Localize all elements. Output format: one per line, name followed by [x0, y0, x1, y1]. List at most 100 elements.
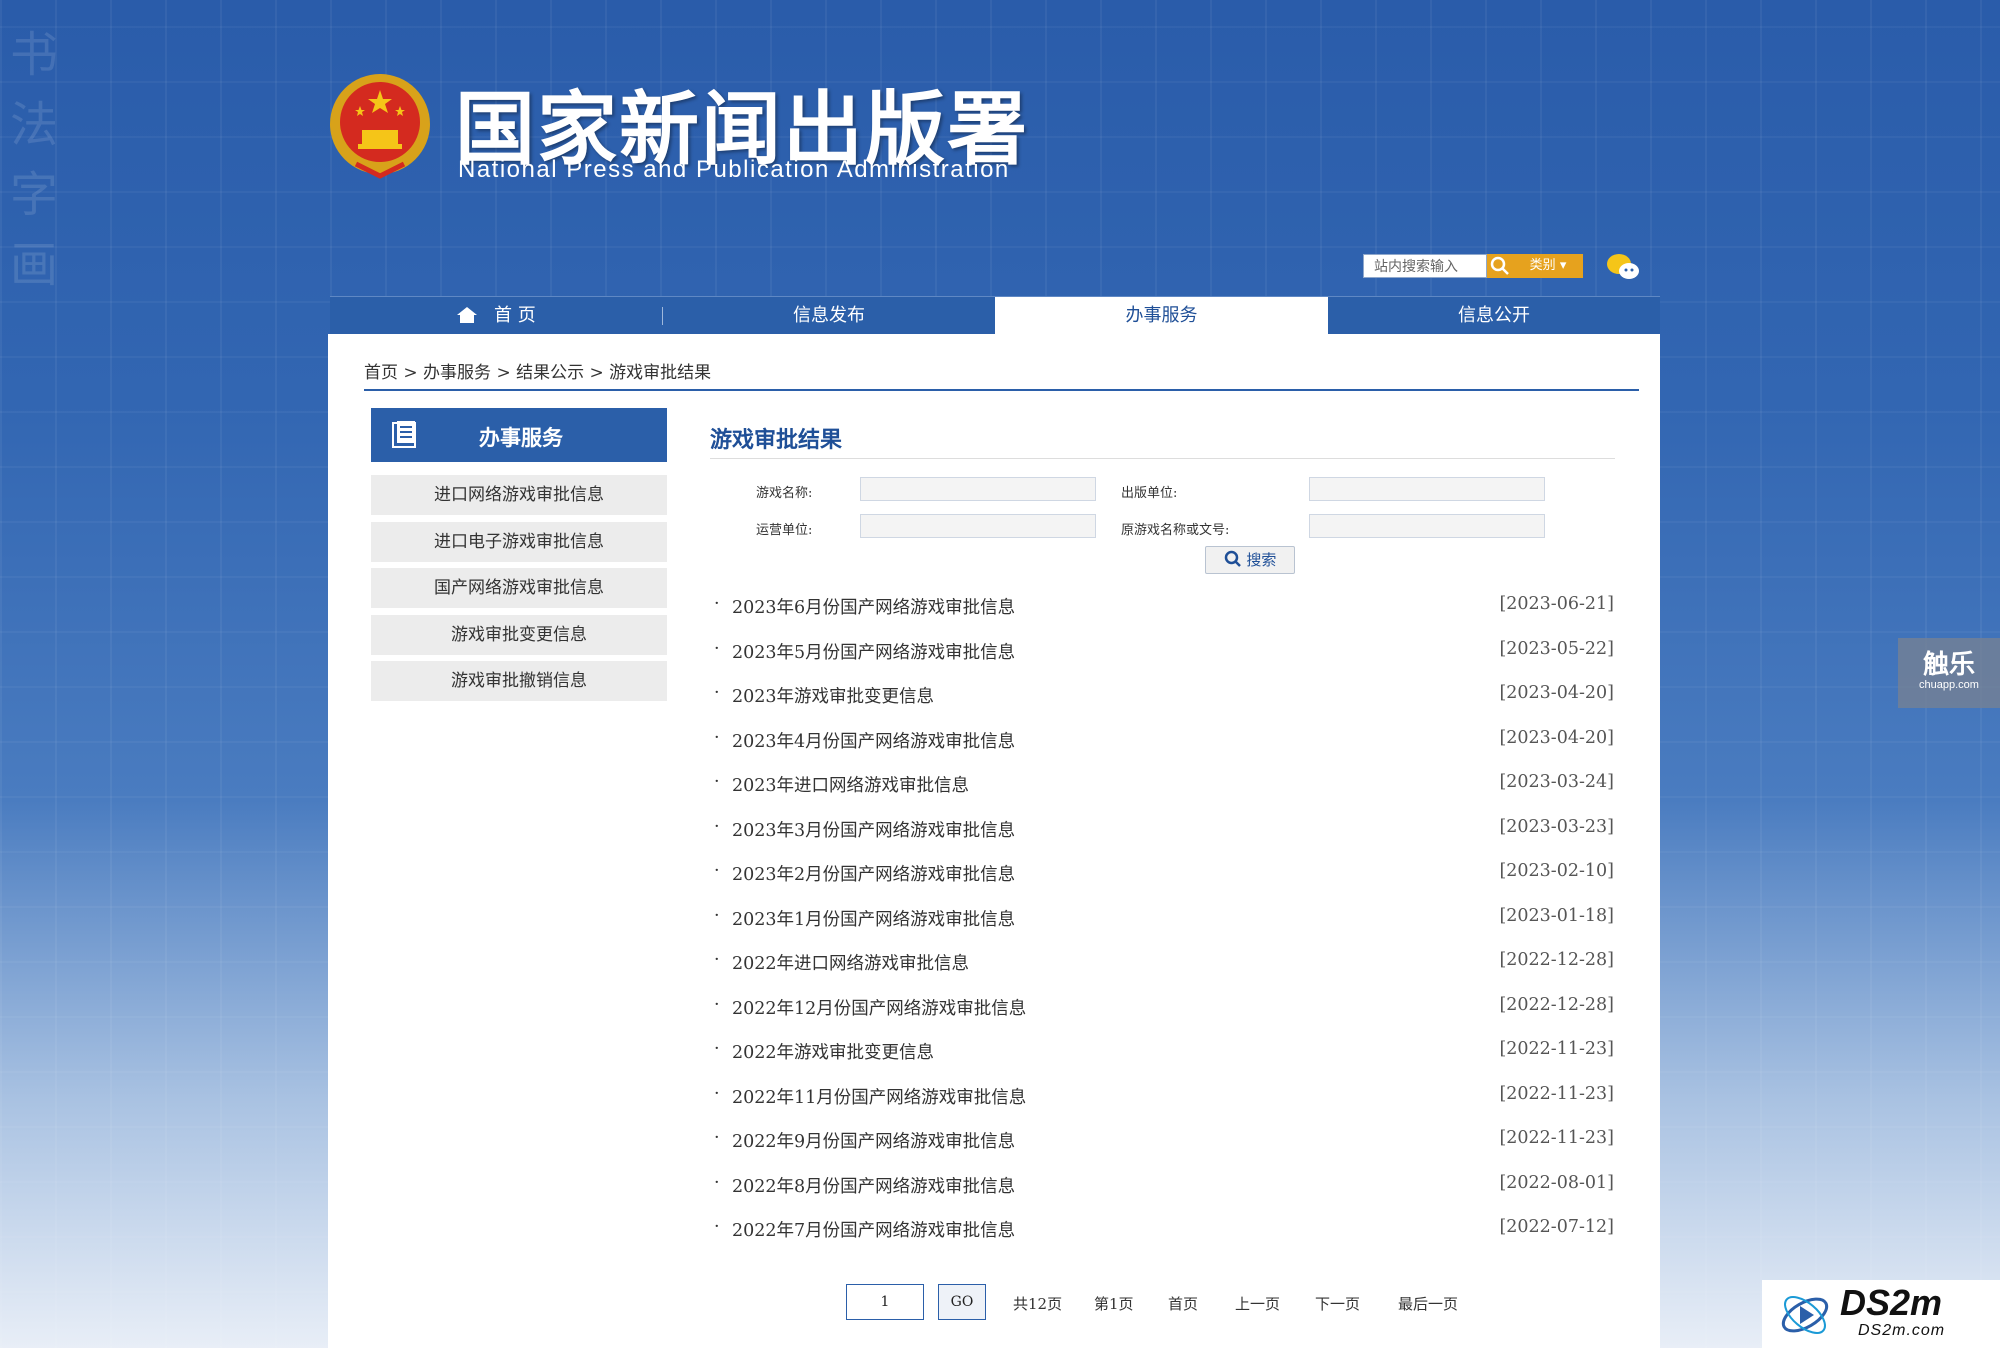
category-label: 类别	[1529, 258, 1556, 273]
prev-page-link[interactable]: 上一页	[1235, 1293, 1280, 1314]
list-item-date: [2023-05-22]	[1499, 639, 1614, 659]
list-item-date: [2023-01-18]	[1499, 906, 1614, 926]
list-item[interactable]: · 2022年7月份国产网络游戏审批信息 [2022-07-12]	[714, 1217, 1614, 1247]
first-page-link[interactable]: 首页	[1168, 1293, 1198, 1314]
list-item[interactable]: · 2023年5月份国产网络游戏审批信息 [2023-05-22]	[714, 639, 1614, 669]
nav-item-info-disclosure[interactable]: 信息公开	[1328, 297, 1660, 335]
list-item-title[interactable]: 2022年9月份国产网络游戏审批信息	[732, 1128, 1015, 1153]
list-item-title[interactable]: 2023年2月份国产网络游戏审批信息	[732, 861, 1015, 886]
bullet: ·	[714, 950, 720, 970]
bullet: ·	[714, 861, 720, 881]
page-title: 游戏审批结果	[710, 427, 843, 453]
ds2m-url: DS2m.com	[1858, 1322, 1946, 1339]
nav-item-services[interactable]: 办事服务	[995, 297, 1328, 335]
site-title-en: National Press and Publication Administr…	[458, 156, 1010, 183]
list-item-date: [2022-12-28]	[1499, 995, 1614, 1015]
nav-item-label: 首 页	[494, 305, 536, 326]
list-item-date: [2023-04-20]	[1499, 728, 1614, 748]
list-item-title[interactable]: 2022年7月份国产网络游戏审批信息	[732, 1217, 1015, 1242]
list-item-title[interactable]: 2022年8月份国产网络游戏审批信息	[732, 1173, 1015, 1198]
operator-label: 运营单位:	[756, 523, 813, 538]
list-item[interactable]: · 2022年游戏审批变更信息 [2022-11-23]	[714, 1039, 1614, 1069]
list-item-title[interactable]: 2022年游戏审批变更信息	[732, 1039, 934, 1064]
home-icon	[456, 305, 494, 326]
list-item-title[interactable]: 2023年6月份国产网络游戏审批信息	[732, 594, 1015, 619]
ds2m-watermark: DS2m DS2m.com	[1762, 1280, 2000, 1348]
list-item[interactable]: · 2023年进口网络游戏审批信息 [2023-03-24]	[714, 772, 1614, 802]
content-panel: 首页 > 办事服务 > 结果公示 > 游戏审批结果 办事服务 进口网络游戏审批信…	[328, 334, 1660, 1348]
form-search-button[interactable]: 搜索	[1205, 546, 1295, 574]
bullet: ·	[714, 594, 720, 614]
go-button[interactable]: GO	[938, 1284, 986, 1320]
list-item-date: [2023-02-10]	[1499, 861, 1614, 881]
bullet: ·	[714, 817, 720, 837]
chuapp-watermark: 触乐 chuapp.com	[1898, 638, 2000, 708]
list-item-date: [2022-07-12]	[1499, 1217, 1614, 1237]
game-name-label: 游戏名称:	[756, 486, 813, 501]
search-icon	[1490, 256, 1509, 275]
list-item-title[interactable]: 2022年11月份国产网络游戏审批信息	[732, 1084, 1026, 1109]
bullet: ·	[714, 995, 720, 1015]
list-item-title[interactable]: 2023年游戏审批变更信息	[732, 683, 934, 708]
list-item[interactable]: · 2022年8月份国产网络游戏审批信息 [2022-08-01]	[714, 1173, 1614, 1203]
list-item-date: [2023-03-24]	[1499, 772, 1614, 792]
list-item[interactable]: · 2023年6月份国产网络游戏审批信息 [2023-06-21]	[714, 594, 1614, 624]
original-name-input[interactable]	[1309, 514, 1545, 538]
nav-item-label: 信息发布	[793, 305, 865, 326]
bullet: ·	[714, 683, 720, 703]
list-item[interactable]: · 2023年游戏审批变更信息 [2023-04-20]	[714, 683, 1614, 713]
title-divider	[710, 458, 1615, 459]
sidebar-item-domestic-online[interactable]: 国产网络游戏审批信息	[371, 568, 667, 608]
list-item[interactable]: · 2023年4月份国产网络游戏审批信息 [2023-04-20]	[714, 728, 1614, 758]
list-item-date: [2022-11-23]	[1499, 1084, 1614, 1104]
game-name-input[interactable]	[860, 477, 1096, 501]
list-item-date: [2023-06-21]	[1499, 594, 1614, 614]
list-item-date: [2022-08-01]	[1499, 1173, 1614, 1193]
wechat-icon[interactable]	[1605, 252, 1641, 282]
publisher-input[interactable]	[1309, 477, 1545, 501]
bullet: ·	[714, 906, 720, 926]
list-item[interactable]: · 2022年11月份国产网络游戏审批信息 [2022-11-23]	[714, 1084, 1614, 1114]
chevron-down-icon: ▾	[1559, 258, 1567, 273]
page-number-input[interactable]: 1	[846, 1284, 924, 1320]
list-item[interactable]: · 2022年进口网络游戏审批信息 [2022-12-28]	[714, 950, 1614, 980]
list-item-date: [2023-03-23]	[1499, 817, 1614, 837]
list-item-title[interactable]: 2022年进口网络游戏审批信息	[732, 950, 969, 975]
list-item[interactable]: · 2023年3月份国产网络游戏审批信息 [2023-03-23]	[714, 817, 1614, 847]
list-item-date: [2022-11-23]	[1499, 1039, 1614, 1059]
list-item-title[interactable]: 2022年12月份国产网络游戏审批信息	[732, 995, 1026, 1020]
list-item-title[interactable]: 2023年进口网络游戏审批信息	[732, 772, 969, 797]
bullet: ·	[714, 639, 720, 659]
list-item-date: [2022-11-23]	[1499, 1128, 1614, 1148]
ds2m-logo-text: DS2m	[1840, 1282, 1943, 1323]
list-item[interactable]: · 2022年9月份国产网络游戏审批信息 [2022-11-23]	[714, 1128, 1614, 1158]
last-page-link[interactable]: 最后一页	[1398, 1293, 1458, 1314]
list-item[interactable]: · 2023年2月份国产网络游戏审批信息 [2023-02-10]	[714, 861, 1614, 891]
sidebar-item-changes[interactable]: 游戏审批变更信息	[371, 615, 667, 655]
list-item-title[interactable]: 2023年4月份国产网络游戏审批信息	[732, 728, 1015, 753]
sidebar-item-revocations[interactable]: 游戏审批撤销信息	[371, 661, 667, 701]
bullet: ·	[714, 1039, 720, 1059]
sidebar-header: 办事服务	[371, 408, 667, 462]
list-item-title[interactable]: 2023年5月份国产网络游戏审批信息	[732, 639, 1015, 664]
nav-item-info-release[interactable]: 信息发布	[663, 297, 995, 335]
search-button[interactable]	[1487, 254, 1513, 278]
total-pages: 共12页	[1013, 1295, 1063, 1313]
main-nav: 首 页 信息发布 办事服务 信息公开	[330, 296, 1660, 335]
category-dropdown[interactable]: 类别 ▾	[1513, 254, 1583, 278]
list-item[interactable]: · 2023年1月份国产网络游戏审批信息 [2023-01-18]	[714, 906, 1614, 936]
list-item-title[interactable]: 2023年3月份国产网络游戏审批信息	[732, 817, 1015, 842]
document-icon	[392, 421, 416, 448]
breadcrumb: 首页 > 办事服务 > 结果公示 > 游戏审批结果	[364, 363, 712, 383]
nav-item-home[interactable]: 首 页	[330, 297, 662, 335]
list-item-title[interactable]: 2023年1月份国产网络游戏审批信息	[732, 906, 1015, 931]
sidebar-item-imported-online[interactable]: 进口网络游戏审批信息	[371, 475, 667, 515]
list-item-date: [2022-12-28]	[1499, 950, 1614, 970]
site-search-input[interactable]: 站内搜索输入	[1363, 254, 1487, 278]
operator-input[interactable]	[860, 514, 1096, 538]
breadcrumb-divider	[364, 389, 1639, 391]
list-item[interactable]: · 2022年12月份国产网络游戏审批信息 [2022-12-28]	[714, 995, 1614, 1025]
next-page-link[interactable]: 下一页	[1315, 1293, 1360, 1314]
sidebar-item-imported-electronic[interactable]: 进口电子游戏审批信息	[371, 522, 667, 562]
calligraphy-decoration: 书 法 字 画	[10, 27, 59, 293]
